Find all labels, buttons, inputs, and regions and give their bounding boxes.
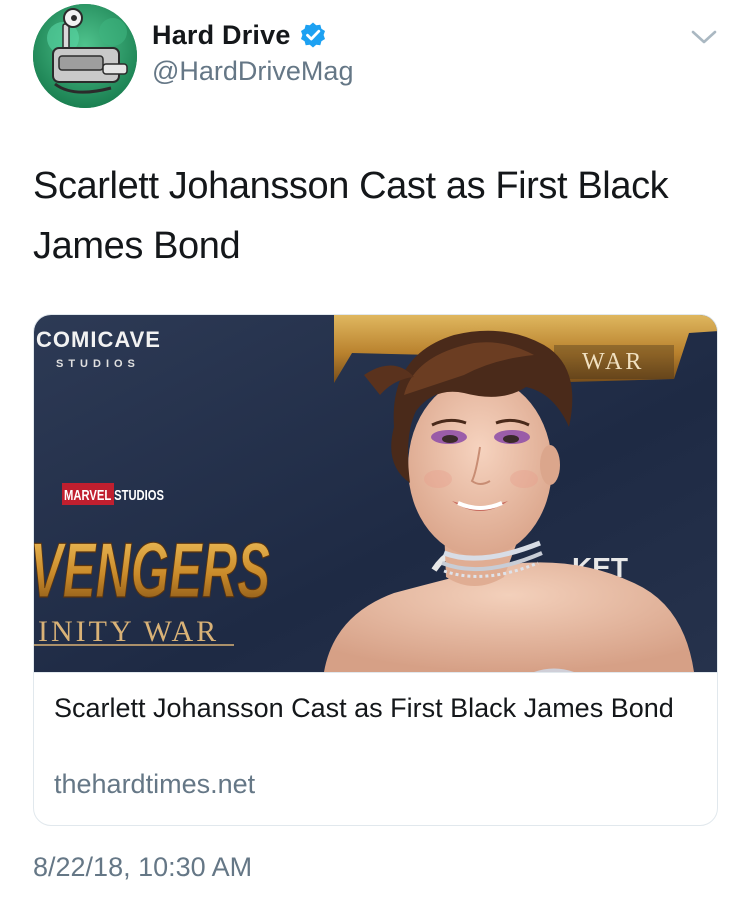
comicave-brand: COMICAVE [36, 327, 161, 352]
card-domain[interactable]: thehardtimes.net [54, 769, 255, 800]
name-row: Hard Drive [152, 18, 327, 52]
tweet-timestamp[interactable]: 8/22/18, 10:30 AM [33, 852, 252, 883]
top-war-text: WAR [582, 349, 644, 375]
infinity-war-text: INITY WAR [38, 615, 219, 648]
card-body[interactable]: Scarlett Johansson Cast as First Black J… [34, 672, 717, 825]
user-handle[interactable]: @HardDriveMag [152, 56, 353, 87]
avengers-text: VENGERS [34, 526, 270, 614]
comicave-sub: STUDIOS [56, 358, 140, 370]
display-name[interactable]: Hard Drive [152, 20, 291, 51]
tweet-text: Scarlett Johansson Cast as First Black J… [33, 165, 669, 267]
marvel-studios-text: MARVEL STUDIOS [64, 487, 164, 504]
card-title[interactable]: Scarlett Johansson Cast as First Black J… [54, 690, 694, 726]
verified-badge-icon [299, 21, 327, 49]
avatar[interactable] [33, 4, 137, 108]
link-preview-card[interactable]: COMICAVE STUDIOS WAR MARVEL STUDIOS VENG… [33, 314, 718, 826]
card-image[interactable]: COMICAVE STUDIOS WAR MARVEL STUDIOS VENG… [34, 315, 717, 672]
tweet-header: Hard Drive @HardDriveMag [33, 4, 723, 108]
chevron-down-icon[interactable] [689, 26, 719, 48]
robot-mascot-avatar-icon [33, 4, 137, 108]
